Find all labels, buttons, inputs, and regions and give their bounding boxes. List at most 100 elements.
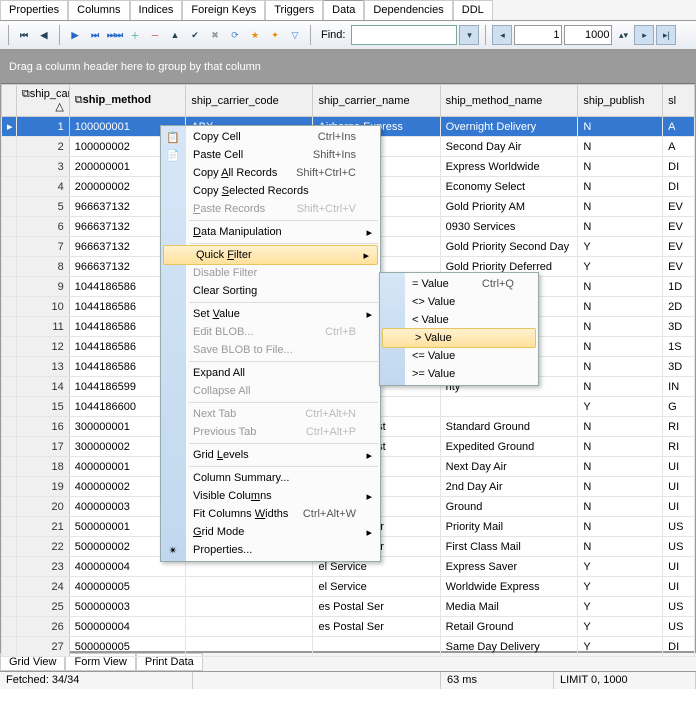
cell-sl[interactable]: UI <box>663 577 695 597</box>
find-dropdown-button[interactable]: ▾ <box>459 25 479 45</box>
cell-ship-carrier-code[interactable] <box>186 597 313 617</box>
row-selector[interactable] <box>2 597 17 617</box>
cell-ship-method-name[interactable]: Priority Mail <box>440 517 578 537</box>
cell-sl[interactable]: UI <box>663 497 695 517</box>
row-selector[interactable] <box>2 377 17 397</box>
cell-ship-publish[interactable]: N <box>578 217 663 237</box>
range-end-input[interactable] <box>564 25 612 45</box>
menu-item-data-manipulation[interactable]: Data Manipulation▸ <box>161 223 380 241</box>
row-selector[interactable] <box>2 517 17 537</box>
cell-ship-car[interactable]: 18 <box>16 457 69 477</box>
row-selector[interactable] <box>2 637 17 657</box>
column-header-ship_publish[interactable]: ship_publish <box>578 85 663 117</box>
cell-ship-publish[interactable]: N <box>578 477 663 497</box>
menu-item-fit-columns-widths[interactable]: Fit Columns WidthsCtrl+Alt+W <box>161 505 380 523</box>
menu-item-grid-mode[interactable]: Grid Mode▸ <box>161 523 380 541</box>
next-record-button[interactable]: ▶ <box>66 26 84 44</box>
cell-sl[interactable]: RI <box>663 417 695 437</box>
quick-filter-submenu[interactable]: = ValueCtrl+Q<> Value< Value> Value<= Va… <box>379 272 539 386</box>
cell-sl[interactable]: DI <box>663 177 695 197</box>
delete-record-button[interactable]: － <box>146 26 164 44</box>
group-by-bar[interactable]: Drag a column header here to group by th… <box>1 51 695 84</box>
cell-ship-publish[interactable]: Y <box>578 397 663 417</box>
cell-ship-method-name[interactable]: Same Day Delivery <box>440 637 578 657</box>
cell-ship-publish[interactable]: N <box>578 417 663 437</box>
cell-ship-publish[interactable]: N <box>578 317 663 337</box>
cell-sl[interactable]: A <box>663 137 695 157</box>
goto-bookmark-button[interactable]: ✦ <box>266 26 284 44</box>
cell-ship-car[interactable]: 3 <box>16 157 69 177</box>
menu-item-value[interactable]: < Value <box>380 311 538 329</box>
cell-ship-method-name[interactable]: Gold Priority Second Day <box>440 237 578 257</box>
insert-record-button[interactable]: ＋ <box>126 26 144 44</box>
cell-ship-car[interactable]: 19 <box>16 477 69 497</box>
cell-ship-carrier-name[interactable]: es Postal Ser <box>313 617 440 637</box>
tab-triggers[interactable]: Triggers <box>265 0 323 20</box>
range-prev-button[interactable]: ◂ <box>492 25 512 45</box>
menu-item-grid-levels[interactable]: Grid Levels▸ <box>161 446 380 464</box>
table-row[interactable]: 25500000003es Postal SerMedia MailYUS <box>2 597 695 617</box>
cell-ship-method-name[interactable]: First Class Mail <box>440 537 578 557</box>
menu-item-column-summary[interactable]: Column Summary... <box>161 469 380 487</box>
cell-sl[interactable]: UI <box>663 477 695 497</box>
cell-ship-carrier-name[interactable]: es Postal Ser <box>313 597 440 617</box>
cell-ship-publish[interactable]: N <box>578 277 663 297</box>
cell-sl[interactable]: 1D <box>663 277 695 297</box>
cell-sl[interactable]: UI <box>663 557 695 577</box>
cell-ship-car[interactable]: 8 <box>16 257 69 277</box>
cell-ship-carrier-name[interactable] <box>313 637 440 657</box>
cell-ship-method-name[interactable]: 2nd Day Air <box>440 477 578 497</box>
cell-ship-car[interactable]: 4 <box>16 177 69 197</box>
range-end-button[interactable]: ▸| <box>656 25 676 45</box>
row-selector[interactable] <box>2 357 17 377</box>
cell-ship-publish[interactable]: N <box>578 117 663 137</box>
cell-ship-car[interactable]: 27 <box>16 637 69 657</box>
cell-ship-publish[interactable]: N <box>578 177 663 197</box>
column-header-ship_method[interactable]: ⧉ ship_method <box>69 85 186 117</box>
cancel-edit-button[interactable]: ✖ <box>206 26 224 44</box>
column-header-ship_carrier_code[interactable]: ship_carrier_code <box>186 85 313 117</box>
menu-item-value[interactable]: = ValueCtrl+Q <box>380 275 538 293</box>
cell-sl[interactable]: 3D <box>663 357 695 377</box>
tab-foreign-keys[interactable]: Foreign Keys <box>182 0 265 20</box>
column-header-sl[interactable]: sl <box>663 85 695 117</box>
row-selector[interactable] <box>2 317 17 337</box>
row-selector[interactable] <box>2 417 17 437</box>
filter-button[interactable]: ▽ <box>286 26 304 44</box>
cell-ship-method-name[interactable]: Worldwide Express <box>440 577 578 597</box>
menu-item-visible-columns[interactable]: Visible Columns▸ <box>161 487 380 505</box>
cell-sl[interactable]: DI <box>663 637 695 657</box>
refresh-button[interactable]: ⟳ <box>226 26 244 44</box>
cell-ship-publish[interactable]: Y <box>578 257 663 277</box>
cell-sl[interactable]: US <box>663 537 695 557</box>
row-selector[interactable]: ▸ <box>2 117 17 137</box>
cell-ship-car[interactable]: 22 <box>16 537 69 557</box>
cell-sl[interactable]: 3D <box>663 317 695 337</box>
cell-ship-method-name[interactable]: Gold Priority AM <box>440 197 578 217</box>
cell-sl[interactable]: EV <box>663 237 695 257</box>
cell-ship-method-name[interactable]: Ground <box>440 497 578 517</box>
find-input[interactable] <box>351 25 457 45</box>
cell-ship-publish[interactable]: Y <box>578 617 663 637</box>
cell-sl[interactable]: US <box>663 617 695 637</box>
post-edit-button[interactable]: ✔ <box>186 26 204 44</box>
cell-sl[interactable]: EV <box>663 217 695 237</box>
cell-ship-method-name[interactable]: Economy Select <box>440 177 578 197</box>
cell-sl[interactable]: 2D <box>663 297 695 317</box>
cell-ship-method-name[interactable]: Overnight Delivery <box>440 117 578 137</box>
last-record-button[interactable]: ⏭ <box>86 26 104 44</box>
cell-ship-publish[interactable]: N <box>578 297 663 317</box>
cell-ship-method-name[interactable]: Express Worldwide <box>440 157 578 177</box>
cell-ship-car[interactable]: 21 <box>16 517 69 537</box>
cell-sl[interactable]: US <box>663 517 695 537</box>
menu-item-copy-all-records[interactable]: Copy All RecordsShift+Ctrl+C <box>161 164 380 182</box>
row-selector[interactable] <box>2 477 17 497</box>
tab-data[interactable]: Data <box>323 0 364 20</box>
menu-item-expand-all[interactable]: Expand All <box>161 364 380 382</box>
tab-properties[interactable]: Properties <box>0 0 68 20</box>
row-selector[interactable] <box>2 197 17 217</box>
row-selector[interactable] <box>2 297 17 317</box>
cell-ship-car[interactable]: 15 <box>16 397 69 417</box>
cell-ship-carrier-code[interactable] <box>186 637 313 657</box>
row-selector[interactable] <box>2 137 17 157</box>
